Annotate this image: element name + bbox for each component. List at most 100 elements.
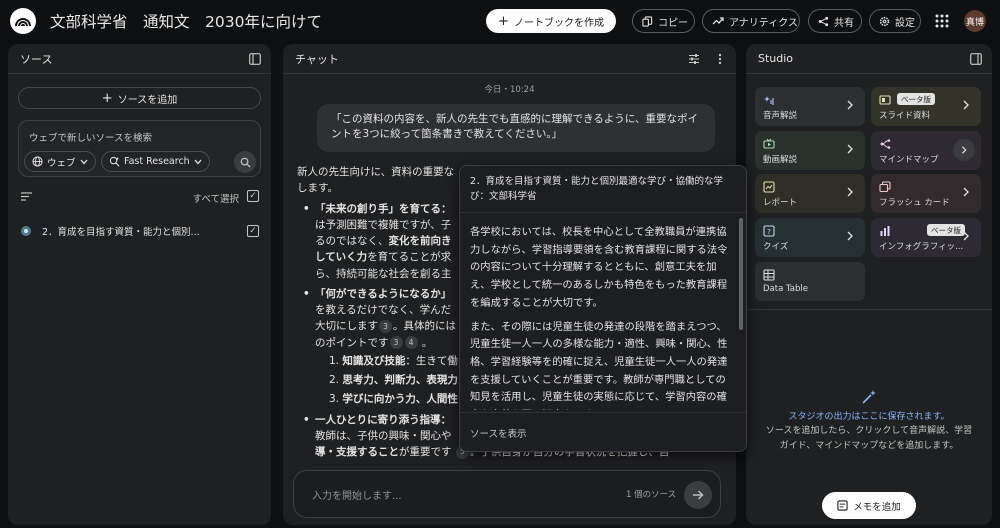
collapse-panel-icon[interactable]	[970, 53, 982, 65]
web-chip[interactable]: ウェブ	[24, 151, 96, 172]
add-source-button[interactable]: + ソースを追加	[18, 87, 261, 109]
copy-button[interactable]: コピー	[632, 9, 695, 33]
research-sparkle-icon	[109, 156, 120, 167]
more-vert-icon[interactable]	[718, 53, 722, 65]
add-note-button[interactable]: メモを追加	[822, 492, 916, 519]
search-input[interactable]: ウェブで新しいソースを検索	[29, 130, 152, 144]
popup-body[interactable]: 各学校においては、校長を中心として全教職員が連携協力しながら、学習指導要領を含む…	[470, 224, 732, 410]
video-icon	[763, 138, 775, 149]
bullet-2-title: 「何ができるようになるか」	[315, 287, 452, 300]
chat-header: チャット	[283, 44, 736, 74]
mind-map-icon	[880, 139, 891, 149]
studio-tile-data-table[interactable]: Data Table	[755, 262, 865, 301]
bullet-1-text: ら、持続可能な社会を創る主	[315, 267, 452, 280]
bullet-1-title: 「未来の創り手」を育てる：	[315, 202, 452, 215]
tile-label: クイズ	[763, 242, 789, 252]
tile-label: インフォグラフィッ...	[879, 242, 964, 252]
sources-title: ソース	[20, 52, 53, 66]
search-submit-button[interactable]	[234, 151, 256, 173]
select-all-label: すべて選択	[192, 194, 239, 205]
avatar[interactable]: 真博	[964, 10, 986, 32]
studio-divider	[746, 309, 992, 310]
studio-title: Studio	[758, 52, 794, 65]
add-note-label: メモを追加	[853, 501, 901, 513]
studio-tile-mind-map[interactable]: マインドマップ	[871, 131, 981, 170]
apps-grid-icon[interactable]	[934, 13, 950, 29]
add-source-label: ソースを追加	[117, 94, 178, 106]
analytics-button[interactable]: アナリティクス	[702, 9, 800, 33]
studio-tile-report[interactable]: レポート	[755, 174, 865, 213]
open-button[interactable]	[953, 139, 975, 161]
popup-paragraph: 各学校においては、校長を中心として全教職員が連携協力しながら、学習指導要領を含む…	[470, 226, 728, 309]
studio-tile-infographic[interactable]: ベータ版 インフォグラフィッ...	[871, 218, 981, 257]
studio-tile-video-overview[interactable]: 動画解説	[755, 131, 865, 170]
bullet-2-text: のポイントです	[315, 336, 389, 349]
select-all-checkbox[interactable]: ✓	[247, 190, 259, 202]
popup-divider	[460, 212, 746, 213]
bullet-2-text: 大切にします	[315, 320, 378, 333]
source-checkbox[interactable]: ✓	[247, 225, 259, 237]
notebooklm-logo-icon[interactable]	[10, 8, 36, 34]
share-icon	[818, 16, 829, 26]
source-count: 1 個のソース	[626, 490, 677, 500]
fast-research-label: Fast Research	[124, 156, 190, 167]
share-button[interactable]: 共有	[808, 9, 862, 33]
web-source-search[interactable]: ウェブで新しいソースを検索 ウェブ Fast Research	[18, 120, 261, 177]
citation-chip[interactable]: 4	[404, 336, 418, 350]
share-label: 共有	[834, 17, 854, 29]
chevron-down-icon	[194, 159, 202, 164]
chevron-right-icon	[963, 231, 969, 241]
table-icon	[763, 269, 775, 281]
infographic-icon	[880, 226, 890, 236]
settings-label: 設定	[895, 17, 915, 29]
studio-tile-quiz[interactable]: ? クイズ	[755, 218, 865, 257]
source-item[interactable]: 2．育成を目指す資質・能力と個別... ✓	[18, 222, 261, 240]
web-chip-label: ウェブ	[47, 157, 76, 169]
chat-composer[interactable]: 入力を開始します... 1 個のソース	[293, 470, 721, 518]
chat-input[interactable]: 入力を開始します...	[312, 487, 402, 502]
empty-desc: ソースを追加したら、クリックして音声解説、学習	[765, 426, 973, 437]
bullet-3-bold: 導・支援すること	[315, 446, 399, 459]
sources-header: ソース	[8, 44, 271, 74]
slides-icon	[879, 95, 891, 105]
studio-tile-flashcards[interactable]: フラッシュ カード	[871, 174, 981, 213]
fast-research-chip[interactable]: Fast Research	[101, 151, 210, 172]
note-icon	[837, 500, 848, 511]
send-button[interactable]	[684, 481, 712, 509]
bullet-3-title: 一人ひとりに寄り添う指導：	[315, 413, 452, 426]
chevron-down-icon	[80, 159, 88, 164]
notebook-title[interactable]: 文部科学省 通知文 2030年に向けて	[50, 10, 322, 32]
tile-label: Data Table	[763, 284, 808, 294]
response-intro: 新人の先生向けに、資料の重要な	[297, 166, 455, 178]
citation-chip[interactable]: 3	[389, 336, 403, 350]
sub-list-bold: 学びに向かう力、人間性	[342, 393, 458, 406]
bullet-2-text: を教えるだけでなく、学んだ	[315, 304, 452, 317]
gear-icon	[879, 16, 890, 26]
copy-label: コピー	[658, 17, 688, 29]
create-notebook-label: ノートブックを作成	[513, 17, 604, 29]
chevron-right-icon	[961, 146, 967, 154]
citation-chip[interactable]: 3	[379, 319, 392, 333]
show-source-link[interactable]: ソースを表示	[470, 426, 527, 440]
create-notebook-button[interactable]: + ノートブックを作成	[486, 9, 616, 33]
studio-tile-audio-overview[interactable]: 音声解説	[755, 87, 865, 126]
popup-scrollbar[interactable]	[739, 218, 743, 330]
sub-list-bold: 思考力、判断力、表現力	[342, 374, 458, 387]
tile-label: スライド資料	[879, 111, 931, 121]
analytics-label: アナリティクス	[729, 17, 798, 29]
chevron-right-icon	[963, 187, 969, 197]
bullet-2-text: 。具体的には	[393, 320, 456, 333]
settings-button[interactable]: 設定	[869, 9, 921, 33]
tile-label: 動画解説	[763, 155, 798, 165]
filter-sort-icon[interactable]	[21, 192, 32, 201]
studio-header: Studio	[746, 44, 992, 74]
chevron-right-icon	[847, 100, 853, 110]
tune-icon[interactable]	[688, 53, 700, 65]
sub-list-text: ：生きて働	[405, 354, 458, 367]
collapse-panel-icon[interactable]	[249, 53, 261, 65]
magic-wand-icon	[862, 390, 876, 404]
report-icon	[763, 181, 775, 193]
citation-popup: 2．育成を目指す資質・能力と個別最適な学び・協働的な学び：文部科学省 各学校にお…	[459, 165, 747, 452]
studio-tile-slides[interactable]: ベータ版 スライド資料	[871, 87, 981, 126]
bullet-1-text: は予測困難で複雑ですが、子	[315, 218, 452, 231]
